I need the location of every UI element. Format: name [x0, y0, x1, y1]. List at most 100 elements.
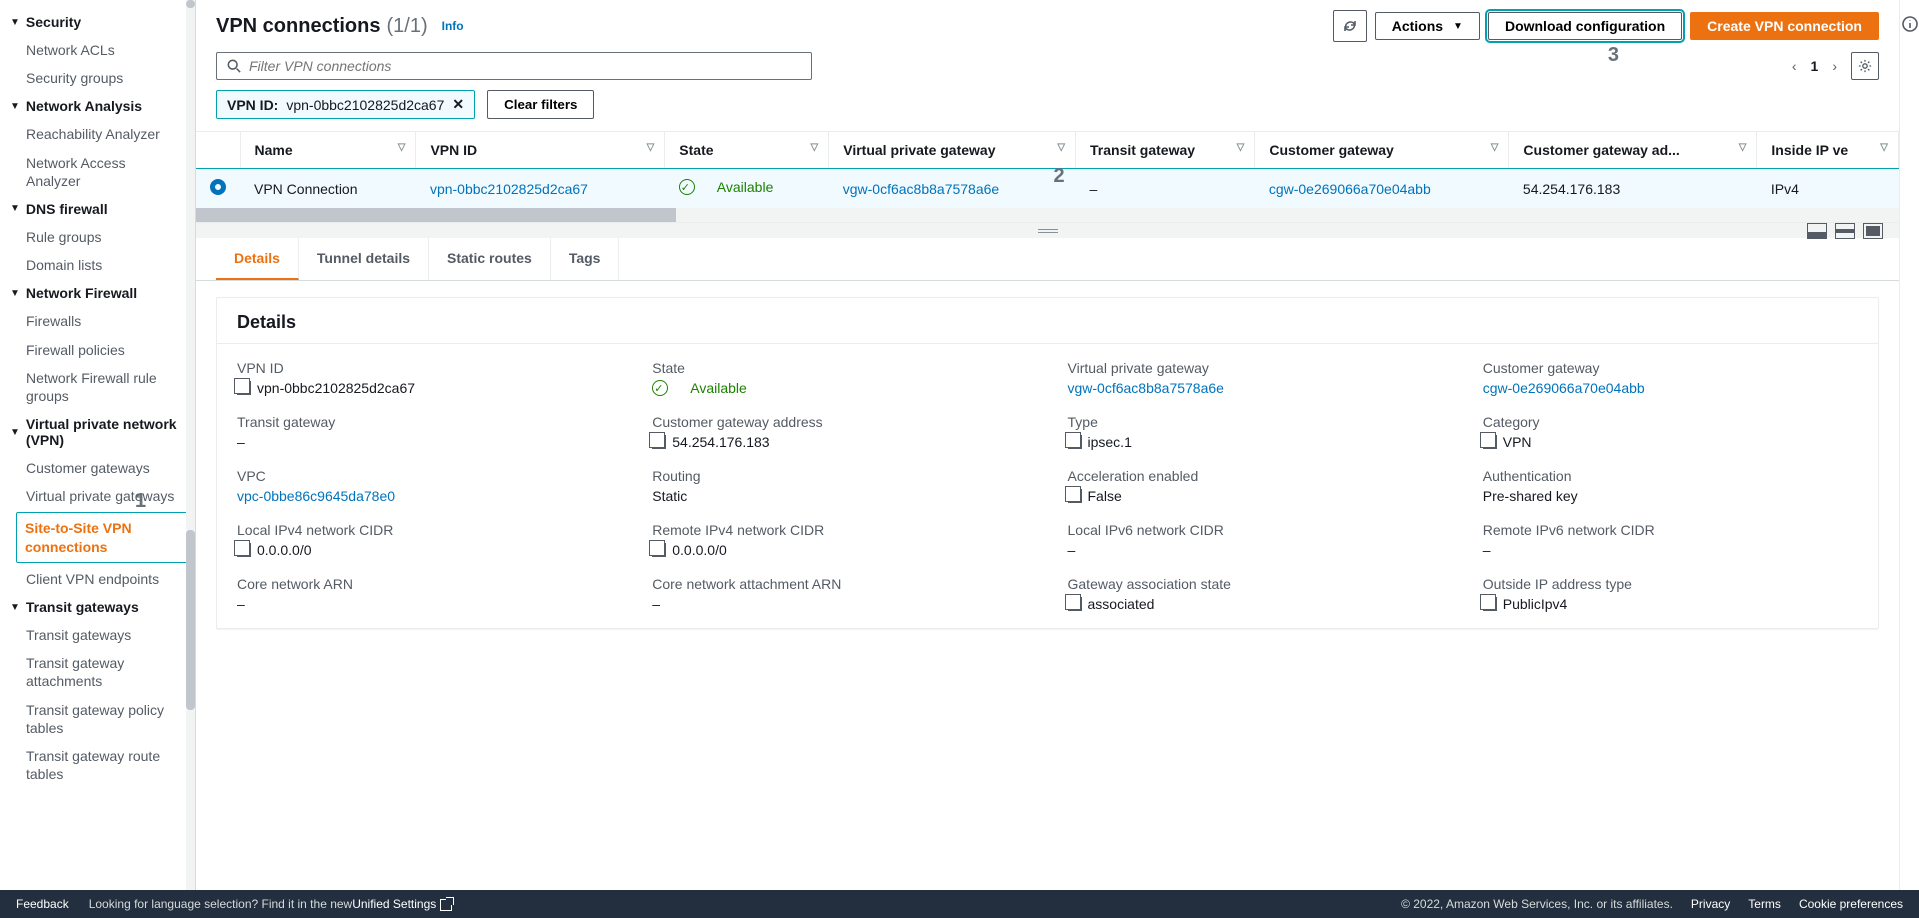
- sidebar-item-network-acls[interactable]: Network ACLs: [0, 36, 195, 64]
- col-vpn-id[interactable]: VPN ID▽: [416, 132, 665, 169]
- copy-icon[interactable]: [1068, 489, 1082, 503]
- sidebar-item-network-firewall-rule-groups[interactable]: Network Firewall rule groups: [0, 364, 195, 410]
- filter-chips: VPN ID:vpn-0bbc2102825d2ca67 ✕ Clear fil…: [196, 90, 1899, 131]
- page-count: (1/1): [386, 15, 427, 38]
- download-config-button[interactable]: Download configuration: [1488, 12, 1682, 40]
- copy-icon[interactable]: [1483, 597, 1497, 611]
- sort-icon: ▽: [647, 142, 655, 153]
- sidebar-item-virtual-private-gateways[interactable]: Virtual private gateways: [0, 482, 195, 510]
- create-vpn-button[interactable]: Create VPN connection: [1690, 12, 1879, 40]
- panel-full-icon[interactable]: [1863, 223, 1883, 239]
- split-panel-handle[interactable]: [196, 222, 1899, 238]
- details-heading: Details: [217, 298, 1878, 344]
- sidebar-item-transit-gateway-policy-tables[interactable]: Transit gateway policy tables: [0, 696, 195, 742]
- copy-icon[interactable]: [1068, 435, 1082, 449]
- detail-label: Routing: [652, 468, 1027, 484]
- detail-value: PublicIpv4: [1483, 596, 1858, 612]
- filter-chip-vpnid[interactable]: VPN ID:vpn-0bbc2102825d2ca67 ✕: [216, 90, 475, 119]
- sidebar-group-network-analysis[interactable]: ▼Network Analysis: [0, 92, 195, 120]
- cell-vpn-id-link[interactable]: vpn-0bbc2102825d2ca67: [430, 181, 588, 197]
- cell-cgw-link[interactable]: cgw-0e269066a70e04abb: [1269, 181, 1431, 197]
- caret-down-icon: ▼: [10, 17, 20, 28]
- sort-icon: ▽: [1237, 142, 1245, 153]
- detail-value: False: [1068, 488, 1443, 504]
- sidebar-item-transit-gateways[interactable]: Transit gateways: [0, 621, 195, 649]
- col-name[interactable]: Name▽: [240, 132, 416, 169]
- detail-panel: DetailsTunnel detailsStatic routesTags D…: [196, 238, 1899, 918]
- footer-privacy-link[interactable]: Privacy: [1691, 897, 1730, 911]
- sidebar-item-network-access-analyzer[interactable]: Network Access Analyzer: [0, 149, 195, 195]
- copy-icon[interactable]: [652, 435, 666, 449]
- settings-button[interactable]: [1851, 52, 1879, 80]
- sidebar-item-rule-groups[interactable]: Rule groups: [0, 223, 195, 251]
- sidebar-item-firewalls[interactable]: Firewalls: [0, 307, 195, 335]
- sidebar-group-security[interactable]: ▼Security: [0, 8, 195, 36]
- detail-authentication: AuthenticationPre-shared key: [1483, 468, 1858, 504]
- info-panel-toggle[interactable]: [1899, 0, 1919, 918]
- copy-icon[interactable]: [237, 543, 251, 557]
- sidebar-item-customer-gateways[interactable]: Customer gateways: [0, 454, 195, 482]
- detail-link[interactable]: cgw-0e269066a70e04abb: [1483, 380, 1645, 396]
- search-input[interactable]: [249, 58, 801, 74]
- clear-filters-button[interactable]: Clear filters: [487, 90, 594, 119]
- cell-inside: IPv4: [1757, 169, 1899, 209]
- footer-cookie-link[interactable]: Cookie preferences: [1799, 897, 1903, 911]
- refresh-button[interactable]: [1333, 10, 1367, 42]
- caret-down-icon: ▼: [10, 602, 20, 613]
- sidebar-item-transit-gateway-attachments[interactable]: Transit gateway attachments: [0, 649, 195, 695]
- sidebar-group-dns-firewall[interactable]: ▼DNS firewall: [0, 195, 195, 223]
- detail-label: Type: [1068, 414, 1443, 430]
- detail-label: State: [652, 360, 1027, 376]
- pager: ‹ 1 ›: [1792, 52, 1879, 80]
- cell-vgw-link[interactable]: vgw-0cf6ac8b8a7578a6e: [843, 181, 999, 197]
- detail-value: ipsec.1: [1068, 434, 1443, 450]
- copy-icon[interactable]: [652, 543, 666, 557]
- info-link[interactable]: Info: [442, 19, 464, 33]
- feedback-link[interactable]: Feedback: [16, 897, 69, 911]
- detail-routing: RoutingStatic: [652, 468, 1027, 504]
- chip-remove-icon[interactable]: ✕: [452, 96, 464, 113]
- copy-icon[interactable]: [237, 381, 251, 395]
- sidebar-item-domain-lists[interactable]: Domain lists: [0, 251, 195, 279]
- col-virtual-private-gateway[interactable]: Virtual private gateway▽: [829, 132, 1076, 169]
- tab-details[interactable]: Details: [216, 238, 299, 280]
- sidebar-group-network-firewall[interactable]: ▼Network Firewall: [0, 279, 195, 307]
- sidebar-item-site-to-site-vpn-connections[interactable]: Site-to-Site VPN connections: [16, 512, 191, 562]
- col-state[interactable]: State▽: [665, 132, 829, 169]
- unified-settings-link[interactable]: Unified Settings: [352, 897, 452, 911]
- sidebar-group-transit-gateways[interactable]: ▼Transit gateways: [0, 593, 195, 621]
- detail-link[interactable]: vpc-0bbe86c9645da78e0: [237, 488, 395, 504]
- detail-type: Type ipsec.1: [1068, 414, 1443, 450]
- col-inside-ip-ve[interactable]: Inside IP ve▽: [1757, 132, 1899, 169]
- sidebar-item-client-vpn-endpoints[interactable]: Client VPN endpoints: [0, 565, 195, 593]
- sidebar-item-firewall-policies[interactable]: Firewall policies: [0, 336, 195, 364]
- detail-label: Customer gateway: [1483, 360, 1858, 376]
- footer-terms-link[interactable]: Terms: [1748, 897, 1781, 911]
- detail-value: vgw-0cf6ac8b8a7578a6e: [1068, 380, 1443, 396]
- actions-button[interactable]: Actions▼: [1375, 12, 1480, 40]
- detail-vpn-id: VPN IDvpn-0bbc2102825d2ca67: [237, 360, 612, 396]
- search-box[interactable]: [216, 52, 812, 80]
- sidebar-item-transit-gateway-route-tables[interactable]: Transit gateway route tables: [0, 742, 195, 788]
- row-radio[interactable]: [210, 179, 226, 195]
- col-transit-gateway[interactable]: Transit gateway▽: [1076, 132, 1255, 169]
- col-customer-gateway[interactable]: Customer gateway▽: [1255, 132, 1509, 169]
- sidebar-item-security-groups[interactable]: Security groups: [0, 64, 195, 92]
- col-customer-gateway-ad-[interactable]: Customer gateway ad...▽: [1509, 132, 1757, 169]
- tab-tunnel-details[interactable]: Tunnel details: [299, 238, 429, 280]
- copy-icon[interactable]: [1483, 435, 1497, 449]
- sidebar-group-virtual-private-network-vpn-[interactable]: ▼Virtual private network (VPN): [0, 410, 195, 454]
- table-row[interactable]: VPN Connection vpn-0bbc2102825d2ca67 Ava…: [196, 169, 1899, 209]
- page-prev[interactable]: ‹: [1792, 58, 1797, 74]
- tab-static-routes[interactable]: Static routes: [429, 238, 551, 280]
- page-next[interactable]: ›: [1832, 58, 1837, 74]
- detail-link[interactable]: vgw-0cf6ac8b8a7578a6e: [1068, 380, 1224, 396]
- panel-bottom-icon[interactable]: [1807, 223, 1827, 239]
- sidebar-item-reachability-analyzer[interactable]: Reachability Analyzer: [0, 120, 195, 148]
- details-card: Details VPN IDvpn-0bbc2102825d2ca67 State…: [216, 297, 1879, 629]
- panel-side-icon[interactable]: [1835, 223, 1855, 239]
- copy-icon[interactable]: [1068, 597, 1082, 611]
- tab-tags[interactable]: Tags: [551, 238, 620, 280]
- caret-down-icon: ▼: [10, 288, 20, 299]
- table-h-scrollbar[interactable]: [196, 208, 1899, 222]
